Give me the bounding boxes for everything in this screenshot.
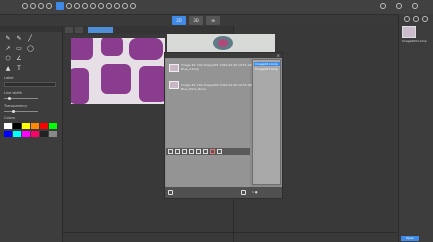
- layers-icon[interactable]: [114, 3, 120, 9]
- selected-tool-highlight: [56, 2, 64, 10]
- label-combo[interactable]: [4, 82, 56, 87]
- settings-icon[interactable]: [217, 149, 222, 154]
- info2-line2: Blue_Mark_None: [181, 87, 206, 91]
- list-item[interactable]: Image001.bmp: [254, 62, 280, 66]
- print-icon[interactable]: [182, 149, 187, 154]
- line-icon[interactable]: ╱: [27, 36, 33, 42]
- zoom-in-icon[interactable]: [66, 3, 72, 9]
- arrow-icon[interactable]: ↗: [5, 46, 11, 52]
- copy-icon[interactable]: [168, 149, 173, 154]
- redo-icon[interactable]: [46, 3, 52, 9]
- dialog-action-bar: [166, 148, 250, 155]
- delete-icon[interactable]: [210, 149, 215, 154]
- tab-active[interactable]: [88, 27, 113, 33]
- gallery-panel: Image0001.bmp Open: [398, 14, 433, 242]
- color-swatch[interactable]: [31, 123, 39, 129]
- rectangle-icon[interactable]: ▭: [16, 46, 22, 52]
- color-swatch[interactable]: [49, 123, 57, 129]
- image-thumbnail-1[interactable]: [169, 64, 179, 72]
- brush-icon[interactable]: ✎: [16, 36, 22, 42]
- image-list: Image001.bmp Image002.bmp: [252, 59, 281, 185]
- gallery-open-button[interactable]: Open: [401, 236, 419, 241]
- window-max-icon[interactable]: [396, 3, 402, 9]
- transparency-label: Transparency: [4, 104, 28, 108]
- polygon-icon[interactable]: ⬡: [5, 56, 11, 62]
- resize-icon[interactable]: [241, 190, 246, 195]
- footer-status: 1 ●: [252, 190, 258, 194]
- view-mode-bar: 2D 3D ⊞: [172, 16, 234, 26]
- undo-icon[interactable]: [38, 3, 44, 9]
- zoom-out-icon[interactable]: [74, 3, 80, 9]
- transparency-slider[interactable]: [4, 110, 38, 113]
- gallery-thumbnail[interactable]: [402, 26, 416, 38]
- ellipse-icon[interactable]: ◯: [27, 46, 34, 52]
- list-item[interactable]: Image002.bmp: [254, 67, 278, 71]
- dialog-titlebar: ×: [165, 53, 282, 58]
- export-icon[interactable]: [122, 3, 128, 9]
- line-width-label: Line width: [4, 91, 23, 95]
- gallery-next-icon[interactable]: [413, 16, 419, 22]
- warning-icon[interactable]: [189, 149, 194, 154]
- color-swatch[interactable]: [40, 131, 48, 137]
- image-info-dialog: × Image #1 C00 Image001 2020-02-06 10:51…: [164, 52, 283, 199]
- color-swatch[interactable]: [49, 131, 57, 137]
- ruler-icon[interactable]: [106, 3, 112, 9]
- edit-icon[interactable]: [196, 149, 201, 154]
- color-swatch[interactable]: [4, 131, 12, 137]
- bottom-divider: [63, 232, 397, 233]
- dialog-info-pane: Image #1 C00 Image001 2020-02-06 10:51:2…: [166, 59, 252, 196]
- info1-line2: Blue_2.bmp: [181, 67, 199, 71]
- color-swatch[interactable]: [13, 131, 21, 137]
- grid-icon[interactable]: [98, 3, 104, 9]
- close-icon[interactable]: ×: [277, 53, 280, 58]
- tab-2[interactable]: [75, 27, 83, 33]
- color-swatch[interactable]: [40, 123, 48, 129]
- annotation-panel: ✎ ✎ ╱ ↗ ▭ ◯ ⬡ ∠ ▲ T Label Line width Tra…: [0, 26, 63, 242]
- colors-label: Colors: [4, 116, 15, 120]
- view-2d-button[interactable]: 2D: [172, 16, 186, 25]
- document-tabs: [63, 26, 233, 34]
- color-swatch[interactable]: [22, 131, 30, 137]
- overview-image[interactable]: [167, 34, 275, 52]
- gallery-prev-icon[interactable]: [404, 16, 410, 22]
- add-icon[interactable]: [168, 190, 173, 195]
- paste-icon[interactable]: [175, 149, 180, 154]
- save-icon[interactable]: [30, 3, 36, 9]
- view-3d-button[interactable]: 3D: [189, 16, 203, 25]
- help-icon[interactable]: [130, 3, 136, 9]
- pen-icon[interactable]: ✎: [5, 36, 11, 42]
- tissue-image[interactable]: [71, 38, 165, 104]
- color-swatch[interactable]: [13, 123, 21, 129]
- dialog-footer: 1 ●: [165, 187, 282, 198]
- line-width-slider[interactable]: [4, 97, 38, 100]
- main-toolbar: [0, 0, 433, 15]
- label-annot: Label: [4, 76, 14, 80]
- color-swatch[interactable]: [22, 123, 30, 129]
- window-min-icon[interactable]: [380, 3, 386, 9]
- angle-icon[interactable]: ∠: [16, 56, 22, 62]
- chart-icon[interactable]: [203, 149, 208, 154]
- view-grid-button[interactable]: ⊞: [206, 16, 220, 25]
- color-swatch[interactable]: [4, 123, 12, 129]
- fit-icon[interactable]: [82, 3, 88, 9]
- measure-icon[interactable]: ▲: [5, 66, 11, 72]
- window-close-icon[interactable]: [412, 3, 418, 9]
- color-swatch[interactable]: [31, 131, 39, 137]
- text-icon[interactable]: T: [16, 66, 22, 72]
- gallery-thumb-label: Image0001.bmp: [402, 39, 427, 43]
- open-icon[interactable]: [22, 3, 28, 9]
- panel-header: [0, 26, 62, 32]
- image-thumbnail-2[interactable]: [169, 81, 179, 89]
- tab-1[interactable]: [65, 27, 73, 33]
- gallery-menu-icon[interactable]: [422, 16, 428, 22]
- rotate-icon[interactable]: [90, 3, 96, 9]
